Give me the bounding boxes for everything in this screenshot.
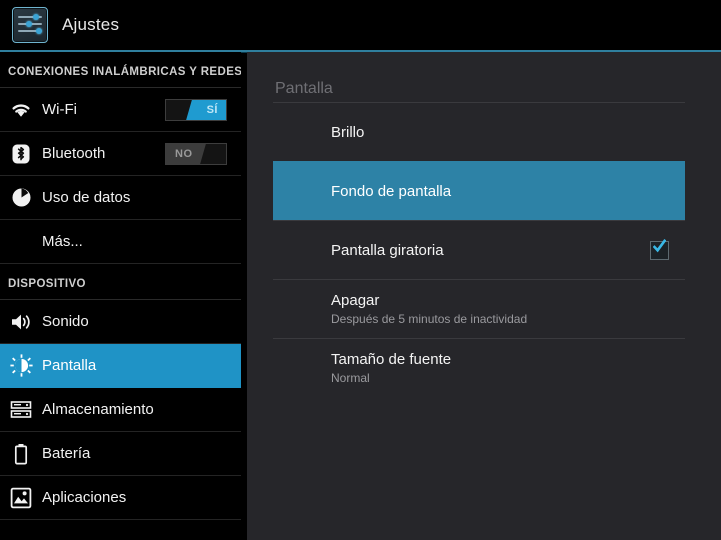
bluetooth-toggle-label: NO — [175, 147, 193, 160]
sidebar-item-sonido[interactable]: Sonido — [0, 300, 241, 344]
sidebar-section-header-wireless: CONEXIONES INALÁMBRICAS Y REDES — [0, 52, 241, 88]
bluetooth-icon — [8, 141, 34, 167]
settings-list: Brillo Fondo de pantalla Pantalla girato… — [247, 102, 721, 397]
sidebar-item-label: Uso de datos — [42, 189, 131, 206]
setting-row-apagar[interactable]: Apagar Después de 5 minutos de inactivid… — [273, 279, 685, 338]
display-settings-panel: Pantalla Brillo Fondo de pantalla Pantal… — [247, 52, 721, 540]
panel-title: Pantalla — [275, 80, 333, 97]
app-header: Ajustes — [0, 0, 721, 50]
sidebar-item-data-usage[interactable]: Uso de datos — [0, 176, 241, 220]
setting-row-pantalla-giratoria[interactable]: Pantalla giratoria — [273, 220, 685, 279]
sidebar-item-label: Pantalla — [42, 357, 97, 374]
wifi-icon — [8, 97, 34, 123]
sidebar-item-label: Aplicaciones — [42, 489, 127, 506]
sound-icon — [8, 309, 34, 335]
app-title: Ajustes — [62, 15, 120, 34]
display-brightness-icon — [8, 353, 34, 379]
setting-title: Brillo — [331, 123, 365, 141]
wifi-toggle-label: SÍ — [206, 103, 218, 116]
sidebar-item-label: Batería — [42, 445, 91, 462]
applications-icon — [8, 485, 34, 511]
pantalla-giratoria-checkbox[interactable] — [650, 238, 669, 260]
settings-app-window: Ajustes CONEXIONES INALÁMBRICAS Y REDES … — [0, 0, 721, 540]
setting-title: Apagar — [331, 292, 380, 309]
sidebar-item-bluetooth[interactable]: Bluetooth NO — [0, 132, 241, 176]
sidebar-item-label: Más... — [42, 233, 83, 250]
bluetooth-toggle[interactable]: NO — [165, 142, 227, 165]
sidebar-item-wifi[interactable]: Wi-Fi SÍ — [0, 88, 241, 132]
settings-sidebar[interactable]: CONEXIONES INALÁMBRICAS Y REDES Wi-Fi SÍ — [0, 52, 241, 540]
sidebar-item-label: Sonido — [42, 313, 89, 330]
setting-subtitle: Normal — [331, 371, 370, 385]
sidebar-item-bateria[interactable]: Batería — [0, 432, 241, 476]
setting-row-brillo[interactable]: Brillo — [273, 102, 685, 161]
sidebar-item-pantalla[interactable]: Pantalla — [0, 344, 241, 388]
sidebar-section-header-device: DISPOSITIVO — [0, 264, 241, 300]
settings-sliders-icon — [12, 7, 48, 43]
setting-title: Tamaño de fuente — [331, 351, 452, 368]
setting-title: Pantalla giratoria — [331, 241, 444, 259]
check-icon — [653, 238, 666, 252]
wifi-toggle[interactable]: SÍ — [165, 98, 227, 121]
sidebar-item-label: Almacenamiento — [42, 401, 154, 418]
setting-row-fondo-de-pantalla[interactable]: Fondo de pantalla — [273, 161, 685, 220]
setting-row-tamano-de-fuente[interactable]: Tamaño de fuente Normal — [273, 338, 685, 397]
setting-subtitle: Después de 5 minutos de inactividad — [331, 312, 528, 326]
sidebar-item-almacenamiento[interactable]: Almacenamiento — [0, 388, 241, 432]
battery-icon — [8, 441, 34, 467]
sidebar-item-more[interactable]: Más... — [0, 220, 241, 264]
sidebar-item-label: Wi-Fi — [42, 101, 77, 118]
sidebar-item-aplicaciones[interactable]: Aplicaciones — [0, 476, 241, 520]
data-usage-icon — [8, 185, 34, 211]
sidebar-item-label: Bluetooth — [42, 145, 106, 162]
setting-title: Fondo de pantalla — [331, 182, 452, 200]
storage-icon — [8, 397, 34, 423]
